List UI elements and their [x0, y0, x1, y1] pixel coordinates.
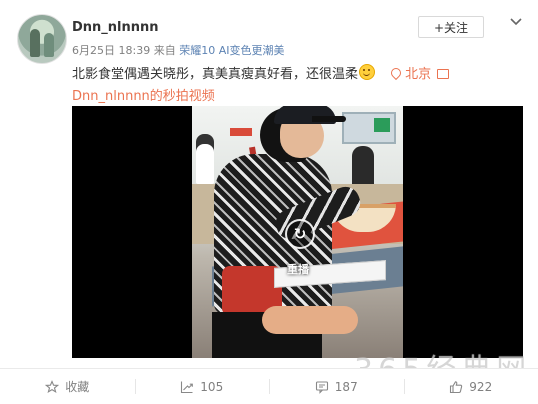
comment-icon — [315, 380, 329, 394]
location-label: 北京 — [405, 67, 431, 82]
comment-button[interactable]: 187 — [269, 369, 404, 404]
repost-button[interactable]: 105 — [135, 369, 270, 404]
post-source[interactable]: 荣耀10 AI变色更潮美 — [179, 44, 284, 57]
favorite-button[interactable]: 收藏 — [0, 369, 135, 404]
frame-sign — [230, 128, 252, 136]
star-icon — [45, 380, 59, 394]
username-link[interactable]: Dnn_nlnnnn — [72, 20, 159, 35]
repost-count: 105 — [200, 380, 223, 394]
avatar[interactable] — [17, 14, 67, 64]
frame-legs — [262, 306, 358, 334]
avatar-figure-left — [30, 29, 40, 57]
video-link-icon[interactable] — [437, 69, 449, 79]
frame-background-person — [196, 134, 214, 184]
post-content-text: 北影食堂偶遇关晓彤，真美真瘦真好看，还很温柔 — [72, 67, 358, 82]
smiley-emoji-icon — [359, 64, 375, 80]
repost-icon — [180, 380, 194, 394]
thumbs-up-icon — [449, 380, 463, 394]
post-toolbar: 收藏 105 187 922 — [0, 368, 538, 404]
post-content: 北影食堂偶遇关晓彤，真美真瘦真好看，还很温柔 北京 — [72, 63, 449, 82]
comment-count: 187 — [335, 380, 358, 394]
video-link[interactable]: Dnn_nlnnnn的秒拍视频 — [72, 85, 215, 104]
frame-cap-visor — [312, 116, 346, 122]
post-meta: 6月25日 18:39 来自 荣耀10 AI变色更潮美 — [72, 42, 284, 58]
frame-background-person — [352, 146, 374, 186]
location-link[interactable]: 北京 — [391, 67, 431, 82]
location-pin-icon — [389, 66, 403, 80]
favorite-label: 收藏 — [65, 378, 89, 395]
post-date[interactable]: 6月25日 18:39 — [72, 44, 150, 57]
avatar-figure-right — [44, 33, 54, 57]
follow-button[interactable]: +关注 — [418, 16, 484, 38]
replay-button[interactable]: ↻ — [285, 219, 315, 249]
like-count: 922 — [469, 380, 492, 394]
frame-exit-sign — [374, 118, 390, 132]
like-button[interactable]: 922 — [404, 369, 538, 404]
chevron-down-icon[interactable] — [509, 15, 523, 29]
follow-button-label: +关注 — [434, 19, 468, 36]
post-source-prefix: 来自 — [154, 44, 176, 57]
replay-icon: ↻ — [294, 225, 307, 243]
video-player[interactable]: ↻ 重播 — [72, 106, 523, 358]
replay-label[interactable]: 重播 — [272, 261, 324, 277]
